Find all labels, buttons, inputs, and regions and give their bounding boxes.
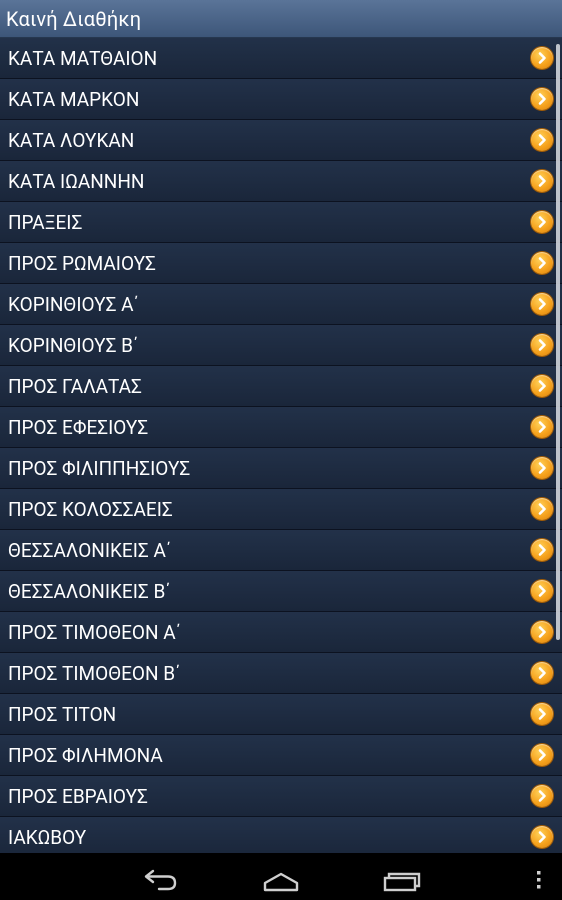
chevron-right-circle-icon[interactable] [531,457,553,479]
list-item[interactable]: ΚΑΤΑ ΜΑΤΘΑΙΟΝ [0,38,562,79]
list-item[interactable]: ΠΡΟΣ ΡΩΜΑΙΟΥΣ [0,243,562,284]
list-item[interactable]: ΠΡΑΞΕΙΣ [0,202,562,243]
home-icon [263,872,299,892]
list-item-label: ΠΡΟΣ ΤΙΜΟΘΕΟΝ Β΄ [8,662,180,685]
chevron-right-circle-icon[interactable] [531,621,553,643]
chevron-right-circle-icon[interactable] [531,170,553,192]
list-item[interactable]: ΙΑΚΩΒΟΥ [0,817,562,853]
app-title: Καινή Διαθήκη [6,7,142,31]
list-item[interactable]: ΠΡΟΣ ΤΙΜΟΘΕΟΝ Α΄ [0,612,562,653]
list-item[interactable]: ΘΕΣΣΑΛΟΝΙΚΕΙΣ Β΄ [0,571,562,612]
chevron-right-circle-icon[interactable] [531,539,553,561]
list-item[interactable]: ΚΑΤΑ ΛΟΥΚΑΝ [0,120,562,161]
recent-apps-button[interactable] [371,859,431,895]
list-item-label: ΚΑΤΑ ΙΩΑΝΝΗΝ [8,170,145,193]
list-item-label: ΘΕΣΣΑΛΟΝΙΚΕΙΣ Α΄ [8,539,171,562]
chevron-right-circle-icon[interactable] [531,826,553,848]
list-item-label: ΠΡΟΣ ΓΑΛΑΤΑΣ [8,375,142,398]
list-item-label: ΠΡΟΣ ΦΙΛΙΠΠΗΣΙΟΥΣ [8,457,191,480]
list-item-label: ΠΡΟΣ ΕΦΕΣΙΟΥΣ [8,416,149,439]
chevron-right-circle-icon[interactable] [531,211,553,233]
overflow-menu-button[interactable] [508,859,558,895]
back-button[interactable] [131,859,191,895]
chevron-right-circle-icon[interactable] [531,662,553,684]
list-item-label: ΚΟΡΙΝΘΙΟΥΣ Α΄ [8,293,139,316]
chevron-right-circle-icon[interactable] [531,785,553,807]
list-item-label: ΠΡΟΣ ΚΟΛΟΣΣΑΕΙΣ [8,498,173,521]
chevron-right-circle-icon[interactable] [531,293,553,315]
title-bar: Καινή Διαθήκη [0,0,562,38]
list-item[interactable]: ΠΡΟΣ ΕΦΕΣΙΟΥΣ [0,407,562,448]
chevron-right-circle-icon[interactable] [531,580,553,602]
list-item[interactable]: ΚΑΤΑ ΜΑΡΚΟΝ [0,79,562,120]
list-item[interactable]: ΘΕΣΣΑΛΟΝΙΚΕΙΣ Α΄ [0,530,562,571]
chevron-right-circle-icon[interactable] [531,252,553,274]
list-item[interactable]: ΚΟΡΙΝΘΙΟΥΣ Β΄ [0,325,562,366]
list-item-label: ΠΡΟΣ ΦΙΛΗΜΟΝΑ [8,744,163,767]
chevron-right-circle-icon[interactable] [531,47,553,69]
list-item[interactable]: ΠΡΟΣ ΦΙΛΗΜΟΝΑ [0,735,562,776]
menu-icon [537,871,541,889]
list-item-label: ΠΡΑΞΕΙΣ [8,211,83,234]
chevron-right-circle-icon[interactable] [531,129,553,151]
list-item[interactable]: ΠΡΟΣ ΕΒΡΑΙΟΥΣ [0,776,562,817]
list-item-label: ΚΑΤΑ ΛΟΥΚΑΝ [8,129,135,152]
list-item-label: ΠΡΟΣ ΤΙΤΟΝ [8,703,117,726]
list-item-label: ΚΑΤΑ ΜΑΤΘΑΙΟΝ [8,47,158,70]
chevron-right-circle-icon[interactable] [531,88,553,110]
chevron-right-circle-icon[interactable] [531,744,553,766]
list-item-label: ΠΡΟΣ ΕΒΡΑΙΟΥΣ [8,785,148,808]
recent-apps-icon [383,872,421,892]
list-item[interactable]: ΠΡΟΣ ΓΑΛΑΤΑΣ [0,366,562,407]
chevron-right-circle-icon[interactable] [531,498,553,520]
chevron-right-circle-icon[interactable] [531,375,553,397]
chevron-right-circle-icon[interactable] [531,334,553,356]
list-item[interactable]: ΚΟΡΙΝΘΙΟΥΣ Α΄ [0,284,562,325]
list-item[interactable]: ΠΡΟΣ ΚΟΛΟΣΣΑΕΙΣ [0,489,562,530]
list-item-label: ΙΑΚΩΒΟΥ [8,826,87,849]
back-icon [144,869,177,891]
system-navigation-bar [0,853,562,900]
list-item-label: ΚΟΡΙΝΘΙΟΥΣ Β΄ [8,334,138,357]
list-item[interactable]: ΠΡΟΣ ΤΙΤΟΝ [0,694,562,735]
chevron-right-circle-icon[interactable] [531,703,553,725]
list-item-label: ΠΡΟΣ ΡΩΜΑΙΟΥΣ [8,252,156,275]
list-item-label: ΘΕΣΣΑΛΟΝΙΚΕΙΣ Β΄ [8,580,171,603]
home-button[interactable] [251,859,311,895]
list-item[interactable]: ΠΡΟΣ ΦΙΛΙΠΠΗΣΙΟΥΣ [0,448,562,489]
list-item-label: ΚΑΤΑ ΜΑΡΚΟΝ [8,88,140,111]
app-screen: Καινή Διαθήκη ΚΑΤΑ ΜΑΤΘΑΙΟΝ ΚΑΤΑ ΜΑΡΚΟΝ ΚΑ… [0,0,562,900]
chevron-right-circle-icon[interactable] [531,416,553,438]
book-list[interactable]: ΚΑΤΑ ΜΑΤΘΑΙΟΝ ΚΑΤΑ ΜΑΡΚΟΝ ΚΑΤΑ ΛΟΥΚΑΝ ΚΑΤΑ … [0,38,562,853]
list-item[interactable]: ΚΑΤΑ ΙΩΑΝΝΗΝ [0,161,562,202]
list-item-label: ΠΡΟΣ ΤΙΜΟΘΕΟΝ Α΄ [8,621,181,644]
scrollbar[interactable] [556,44,560,640]
list-item[interactable]: ΠΡΟΣ ΤΙΜΟΘΕΟΝ Β΄ [0,653,562,694]
